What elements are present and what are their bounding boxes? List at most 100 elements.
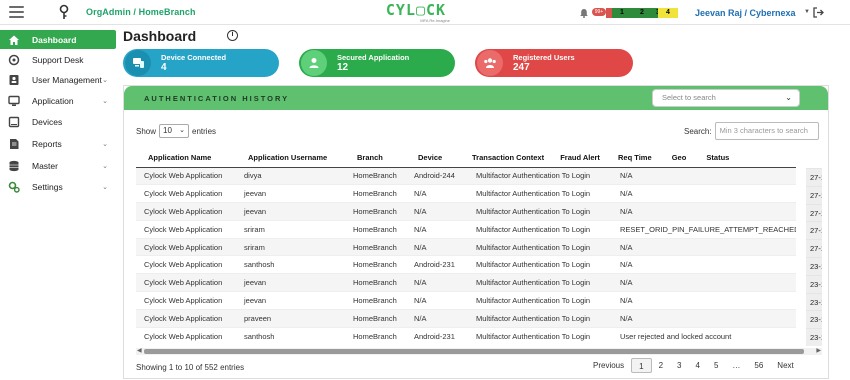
- user-menu[interactable]: Jeevan Raj / Cybernexa: [695, 8, 796, 18]
- hamburger-menu-icon[interactable]: [9, 6, 24, 18]
- org-breadcrumb[interactable]: OrgAdmin / HomeBranch: [86, 7, 196, 17]
- secured-application-card[interactable]: Secured Application 12: [299, 49, 455, 77]
- cylock-logo: CYL▢CK MFA Re-Imagine: [385, 1, 450, 24]
- sidebar-item-label: User Management: [32, 74, 102, 85]
- cell-context: Multifactor Authentication To Login: [468, 219, 612, 239]
- table-search: Search: Min 3 characters to search: [684, 122, 819, 140]
- device-connected-card[interactable]: Device Connected 4: [123, 49, 279, 77]
- scrollbar-thumb[interactable]: [144, 349, 804, 354]
- cell-req-time: 23-1-2: [806, 328, 822, 346]
- search-input[interactable]: Min 3 characters to search: [714, 122, 819, 140]
- cell-fraud-alert: User rejected and locked account: [612, 326, 796, 345]
- pagination-next[interactable]: Next: [770, 358, 800, 373]
- info-icon[interactable]: i: [227, 30, 238, 41]
- table-row[interactable]: Cylock Web Application jeevan HomeBranch…: [136, 202, 796, 221]
- pagination-ellipsis: …: [732, 361, 741, 370]
- column-header[interactable]: Branch: [345, 148, 406, 168]
- card-value: 247: [513, 62, 530, 73]
- cell-req-time: 27-1-2: [806, 203, 822, 222]
- cell-branch: HomeBranch: [345, 273, 406, 292]
- pagination-page-5[interactable]: 5: [707, 358, 725, 373]
- status-count-4: 4: [658, 8, 678, 18]
- table-row[interactable]: Cylock Web Application sriram HomeBranch…: [136, 237, 796, 256]
- search-type-select[interactable]: Select to search ⌄: [652, 89, 800, 107]
- column-header-label[interactable]: Transaction Context: [472, 153, 544, 162]
- cell-application: Cylock Web Application: [136, 166, 236, 185]
- sidebar-item-master[interactable]: Master ⌄: [0, 156, 116, 175]
- card-label: Device Connected: [161, 53, 227, 62]
- cell-device: N/A: [406, 291, 468, 310]
- sidebar-item-support-desk[interactable]: Support Desk: [0, 50, 116, 69]
- cell-fraud-alert: N/A: [612, 166, 796, 185]
- logout-icon[interactable]: [813, 7, 824, 18]
- sidebar-item-devices[interactable]: Devices: [0, 112, 116, 131]
- pagination-page-3[interactable]: 3: [670, 358, 688, 373]
- pagination-page-4[interactable]: 4: [688, 358, 706, 373]
- entries-select[interactable]: 10 ⌄: [159, 124, 190, 138]
- column-header-label[interactable]: Fraud Alert: [560, 153, 600, 162]
- cell-application: Cylock Web Application: [136, 202, 236, 221]
- table-row[interactable]: Cylock Web Application jeevan HomeBranch…: [136, 273, 796, 292]
- chevron-down-icon[interactable]: ▼: [804, 9, 810, 15]
- cell-branch: HomeBranch: [345, 219, 406, 239]
- pagination-page-1[interactable]: 1: [631, 358, 652, 373]
- column-header[interactable]: Device: [406, 148, 468, 168]
- support-icon: [8, 54, 20, 65]
- horizontal-scrollbar[interactable]: ◀ ▶: [136, 348, 822, 355]
- table-row[interactable]: Cylock Web Application santhosh HomeBran…: [136, 326, 796, 345]
- chevron-down-icon: ⌄: [785, 93, 792, 102]
- sidebar-item-application[interactable]: Application ⌄: [0, 91, 116, 110]
- table-info: Showing 1 to 10 of 552 entries: [136, 363, 245, 372]
- sidebar-item-user-management[interactable]: User Management ⌄: [0, 70, 116, 89]
- cell-branch: HomeBranch: [345, 291, 406, 310]
- pagination-previous[interactable]: Previous: [586, 358, 631, 373]
- scroll-left-icon[interactable]: ◀: [137, 347, 142, 354]
- sidebar-item-reports[interactable]: Reports ⌄: [0, 134, 116, 153]
- cell-username: jeevan: [236, 184, 345, 203]
- table-row[interactable]: Cylock Web Application jeevan HomeBranch…: [136, 184, 796, 203]
- cell-context: Multifactor Authentication To Login: [468, 326, 612, 345]
- cell-device: N/A: [406, 184, 468, 203]
- report-icon: [10, 138, 19, 149]
- column-header-label[interactable]: Status: [706, 153, 729, 162]
- table-row[interactable]: Cylock Web Application divya HomeBranch …: [136, 166, 796, 185]
- column-header: Req Time Geo Status: [612, 148, 796, 168]
- bell-icon[interactable]: [579, 8, 589, 18]
- column-header[interactable]: Application Username: [236, 148, 345, 168]
- column-header[interactable]: Application Name: [136, 148, 236, 168]
- sidebar-item-settings[interactable]: Settings ⌄: [0, 177, 116, 196]
- cell-req-time: 27-1-2: [806, 239, 822, 257]
- page-title: Dashboard: [123, 28, 197, 44]
- cell-application: Cylock Web Application: [136, 255, 236, 274]
- search-label: Search:: [684, 126, 712, 136]
- cell-branch: HomeBranch: [345, 202, 406, 221]
- pagination-page-56[interactable]: 56: [747, 358, 770, 373]
- status-count-1: 1: [612, 8, 632, 18]
- scroll-right-icon[interactable]: ▶: [816, 347, 821, 354]
- cell-context: Multifactor Authentication To Login: [468, 184, 612, 203]
- cell-device: Android-231: [406, 326, 468, 345]
- database-icon: [9, 160, 19, 171]
- registered-users-card[interactable]: Registered Users 247: [475, 49, 633, 77]
- sidebar-item-label: Reports: [32, 138, 62, 149]
- chevron-down-icon: ⌄: [102, 183, 108, 191]
- sidebar-item-label: Support Desk: [32, 54, 84, 65]
- table-row[interactable]: Cylock Web Application praveen HomeBranc…: [136, 308, 796, 328]
- cell-username: santhosh: [236, 255, 345, 274]
- sidebar-item-label: Settings: [32, 181, 63, 192]
- table-row[interactable]: Cylock Web Application jeevan HomeBranch…: [136, 291, 796, 310]
- pagination-page-2[interactable]: 2: [652, 358, 670, 373]
- cell-context: Multifactor Authentication To Login: [468, 291, 612, 310]
- cell-username: sriram: [236, 237, 345, 256]
- cell-fraud-alert: N/A: [612, 308, 796, 328]
- cell-context: Multifactor Authentication To Login: [468, 202, 612, 221]
- column-header-label[interactable]: Geo: [672, 153, 687, 162]
- cell-application: Cylock Web Application: [136, 291, 236, 310]
- cell-fraud-alert: N/A: [612, 202, 796, 221]
- sidebar-item-dashboard[interactable]: Dashboard: [0, 30, 116, 49]
- column-header-label[interactable]: Req Time: [618, 153, 652, 162]
- cell-application: Cylock Web Application: [136, 219, 236, 239]
- table-row[interactable]: Cylock Web Application sriram HomeBranch…: [136, 219, 796, 239]
- table-header-row: Application Name Application Username Br…: [136, 148, 796, 168]
- table-row[interactable]: Cylock Web Application santhosh HomeBran…: [136, 255, 796, 274]
